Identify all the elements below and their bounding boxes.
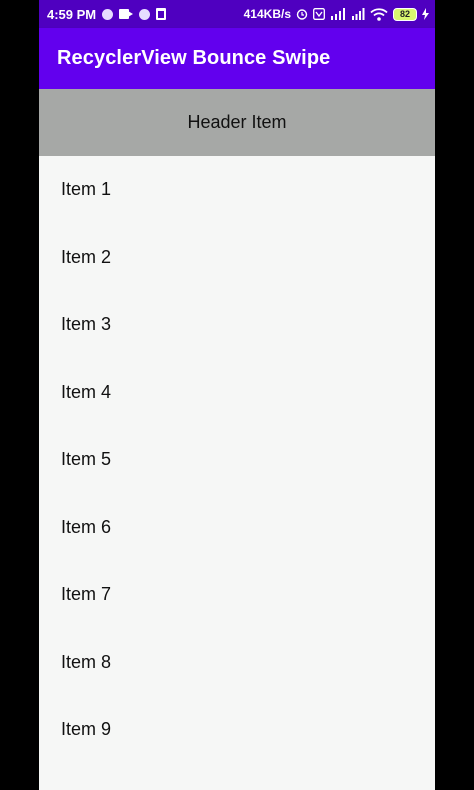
signal-icon-2 <box>351 8 365 20</box>
list-item[interactable]: Item 5 <box>39 426 435 494</box>
status-time: 4:59 PM <box>47 6 97 22</box>
recycler-view[interactable]: Header Item Item 1 Item 2 Item 3 Item 4 … <box>39 89 435 764</box>
phone-screen: 4:59 PM 414KB/s 82 RecyclerView Bounce S… <box>39 0 435 790</box>
list-item[interactable]: Item 1 <box>39 156 435 224</box>
signal-icon <box>330 8 346 20</box>
list-item[interactable]: Item 8 <box>39 629 435 697</box>
charging-icon <box>422 8 429 20</box>
header-item[interactable]: Header Item <box>39 89 435 156</box>
list-item[interactable]: Item 4 <box>39 359 435 427</box>
notification-dot-icon <box>102 8 114 20</box>
battery-icon: 82 <box>393 7 417 21</box>
network-speed: 414KB/s <box>243 7 291 21</box>
status-bar: 4:59 PM 414KB/s 82 <box>39 0 435 28</box>
notification-dot-icon-2 <box>139 8 151 20</box>
trash-icon <box>156 8 167 20</box>
list-item[interactable]: Item 7 <box>39 561 435 629</box>
list-item[interactable]: Item 2 <box>39 224 435 292</box>
app-title: RecyclerView Bounce Swipe <box>57 47 331 69</box>
list-item[interactable]: Item 3 <box>39 291 435 359</box>
list-item[interactable]: Item 6 <box>39 494 435 562</box>
video-camera-icon <box>119 9 134 19</box>
app-bar: RecyclerView Bounce Swipe <box>39 28 435 89</box>
list-item[interactable]: Item 9 <box>39 696 435 764</box>
volte-icon <box>313 8 325 20</box>
wifi-icon <box>370 7 388 21</box>
alarm-icon <box>296 8 308 20</box>
